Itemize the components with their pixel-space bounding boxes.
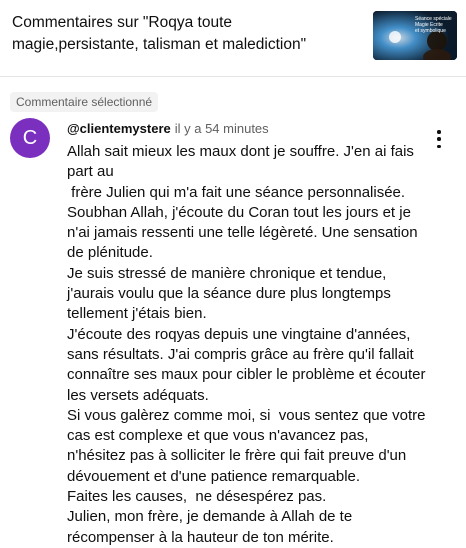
comment-text: Allah sait mieux les maux dont je souffr… <box>67 143 426 546</box>
video-title[interactable]: Commentaires sur "Roqya toute magie,pers… <box>12 12 352 56</box>
more-dot <box>437 130 441 134</box>
header-divider <box>0 76 466 77</box>
avatar[interactable]: C <box>10 118 50 158</box>
author-handle[interactable]: @clientemystere <box>67 121 171 136</box>
more-dot <box>437 144 441 148</box>
thumbnail-artwork: Séance spéciale Magie Ecrite et symboliq… <box>373 11 457 60</box>
selected-comment-chip: Commentaire sélectionné <box>10 92 159 112</box>
more-dot <box>437 137 441 141</box>
more-vert-icon[interactable] <box>430 128 448 150</box>
thumbnail-line-3: et symbolique <box>415 28 446 34</box>
video-thumbnail[interactable]: Séance spéciale Magie Ecrite et symboliq… <box>373 11 457 60</box>
comment-author-line: @clientemystere il y a 54 minutes <box>67 121 269 137</box>
video-header: Commentaires sur "Roqya toute magie,pers… <box>0 0 466 76</box>
comment-timestamp[interactable]: il y a 54 minutes <box>175 121 269 136</box>
